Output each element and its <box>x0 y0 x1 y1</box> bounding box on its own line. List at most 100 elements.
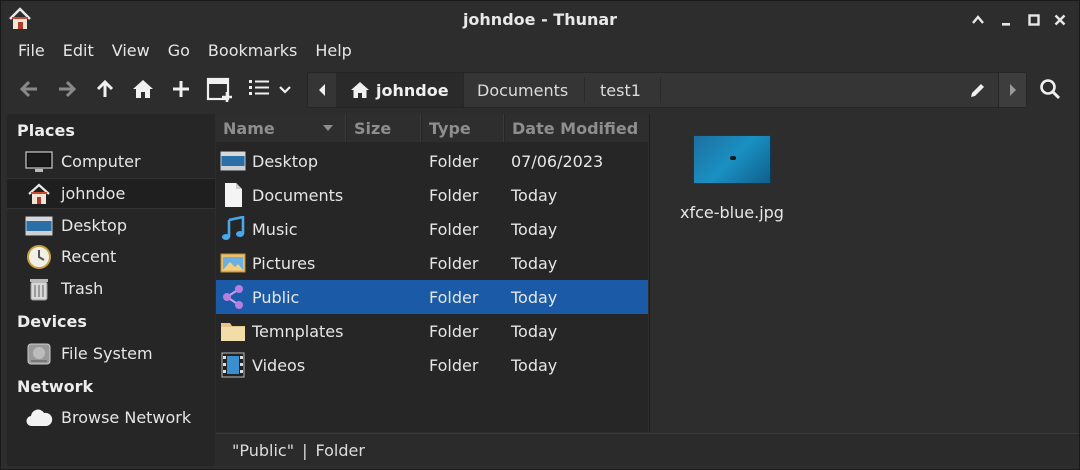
search-icon[interactable] <box>1033 73 1067 105</box>
file-type: Folder <box>429 219 479 239</box>
path-scroll-left-icon[interactable] <box>308 73 336 107</box>
sidebar-item-desktop[interactable]: Desktop <box>7 210 215 241</box>
toolbar: johndoe Documents test1 <box>1 69 1079 111</box>
window-title: johndoe - Thunar <box>462 10 618 29</box>
file-type: Folder <box>429 321 479 341</box>
sidebar-item-label: johndoe <box>61 184 126 203</box>
sidebar-item-label: Computer <box>61 152 141 171</box>
sidebar-item-trash[interactable]: Trash <box>7 273 215 304</box>
video-icon <box>220 352 246 378</box>
statusbar: "Public" | Folder <box>216 433 1079 466</box>
menu-go[interactable]: Go <box>159 37 199 67</box>
table-row[interactable]: Desktop Folder 07/06/2023 <box>216 144 648 178</box>
document-icon <box>220 182 246 208</box>
chevron-up-icon[interactable] <box>967 9 989 31</box>
table-row[interactable]: Public Folder Today <box>216 280 648 314</box>
pictures-icon <box>220 250 246 276</box>
edit-path-icon[interactable] <box>964 73 992 107</box>
close-icon[interactable] <box>1049 9 1071 31</box>
breadcrumb-separator <box>660 77 661 103</box>
file-date: Today <box>511 253 558 273</box>
table-row[interactable]: Pictures Folder Today <box>216 246 648 280</box>
trash-icon <box>25 276 53 302</box>
menu-bookmarks[interactable]: Bookmarks <box>199 37 306 67</box>
file-date: Today <box>511 355 558 375</box>
preview-pane: xfce-blue.jpg <box>649 114 1079 432</box>
list-view-icon <box>248 78 270 100</box>
file-type: Folder <box>429 151 479 171</box>
breadcrumb-documents[interactable]: Documents <box>463 73 582 107</box>
breadcrumb-johndoe[interactable]: johndoe <box>336 73 464 107</box>
file-date: Today <box>511 219 558 239</box>
new-tab-icon[interactable] <box>203 73 235 105</box>
status-separator: | <box>302 440 308 460</box>
home-icon <box>25 181 53 207</box>
desktop-icon <box>25 213 53 239</box>
sidebar-item-label: Desktop <box>61 216 127 235</box>
view-mode-button[interactable] <box>239 73 301 105</box>
table-row[interactable]: Videos Folder Today <box>216 348 648 382</box>
home-icon[interactable] <box>127 73 159 105</box>
menu-file[interactable]: File <box>9 37 54 67</box>
file-name: Temnplates <box>252 321 344 341</box>
file-type: Folder <box>429 253 479 273</box>
sidebar-item-computer[interactable]: Computer <box>7 146 215 177</box>
column-header-type[interactable]: Type <box>422 114 504 142</box>
table-row[interactable]: Music Folder Today <box>216 212 648 246</box>
sidebar-item-label: Browse Network <box>61 408 192 427</box>
file-name: Music <box>252 219 298 239</box>
file-list: Name Size Type Date Modified Desktop Fol… <box>216 114 648 432</box>
status-selection: "Public" <box>232 440 295 460</box>
sidebar: Places Computer johndoe Desktop Recent T… <box>7 114 215 466</box>
sidebar-heading-devices: Devices <box>17 312 87 331</box>
drive-icon <box>25 341 53 367</box>
titlebar[interactable]: johndoe - Thunar <box>1 1 1079 37</box>
cloud-icon <box>25 405 53 431</box>
breadcrumb-separator <box>584 77 585 103</box>
breadcrumb-test1[interactable]: test1 <box>586 73 655 107</box>
home-icon <box>350 81 370 99</box>
path-scroll-right-icon[interactable] <box>998 73 1026 107</box>
minimize-icon[interactable] <box>995 9 1017 31</box>
status-kind: Folder <box>315 440 365 460</box>
image-thumbnail[interactable] <box>693 135 771 184</box>
thumbnail-file-name[interactable]: xfce-blue.jpg <box>680 203 784 222</box>
desktop-folder-icon <box>220 148 246 174</box>
file-name: Videos <box>252 355 306 375</box>
file-type: Folder <box>429 287 479 307</box>
file-date: Today <box>511 185 558 205</box>
file-type: Folder <box>429 185 479 205</box>
column-header-size[interactable]: Size <box>347 114 421 142</box>
column-header-date-modified[interactable]: Date Modified <box>505 114 648 142</box>
menu-edit[interactable]: Edit <box>54 37 103 67</box>
file-name: Desktop <box>252 151 318 171</box>
sidebar-item-file-system[interactable]: File System <box>7 338 215 369</box>
sidebar-item-johndoe[interactable]: johndoe <box>7 178 215 209</box>
file-type: Folder <box>429 355 479 375</box>
menubar: File Edit View Go Bookmarks Help <box>1 37 1079 67</box>
forward-arrow-icon[interactable] <box>51 73 83 105</box>
file-name: Public <box>252 287 300 307</box>
music-icon <box>220 216 246 242</box>
sidebar-item-label: Recent <box>61 247 117 266</box>
menu-view[interactable]: View <box>103 37 159 67</box>
menu-help[interactable]: Help <box>306 37 360 67</box>
table-row[interactable]: Temnplates Folder Today <box>216 314 648 348</box>
file-date: Today <box>511 287 558 307</box>
sidebar-heading-places: Places <box>17 121 75 140</box>
column-header-name[interactable]: Name <box>216 114 346 142</box>
up-arrow-icon[interactable] <box>89 73 121 105</box>
back-arrow-icon[interactable] <box>13 73 45 105</box>
maximize-icon[interactable] <box>1023 9 1045 31</box>
computer-icon <box>25 149 53 175</box>
sidebar-item-browse-network[interactable]: Browse Network <box>7 402 215 433</box>
chevron-down-icon <box>278 80 292 99</box>
file-date: 07/06/2023 <box>511 151 604 171</box>
recent-icon <box>25 244 53 270</box>
sidebar-heading-network: Network <box>17 377 94 396</box>
sidebar-item-recent[interactable]: Recent <box>7 241 215 272</box>
sidebar-item-label: Trash <box>61 279 104 298</box>
plus-icon[interactable] <box>165 73 197 105</box>
file-date: Today <box>511 321 558 341</box>
table-row[interactable]: Documents Folder Today <box>216 178 648 212</box>
